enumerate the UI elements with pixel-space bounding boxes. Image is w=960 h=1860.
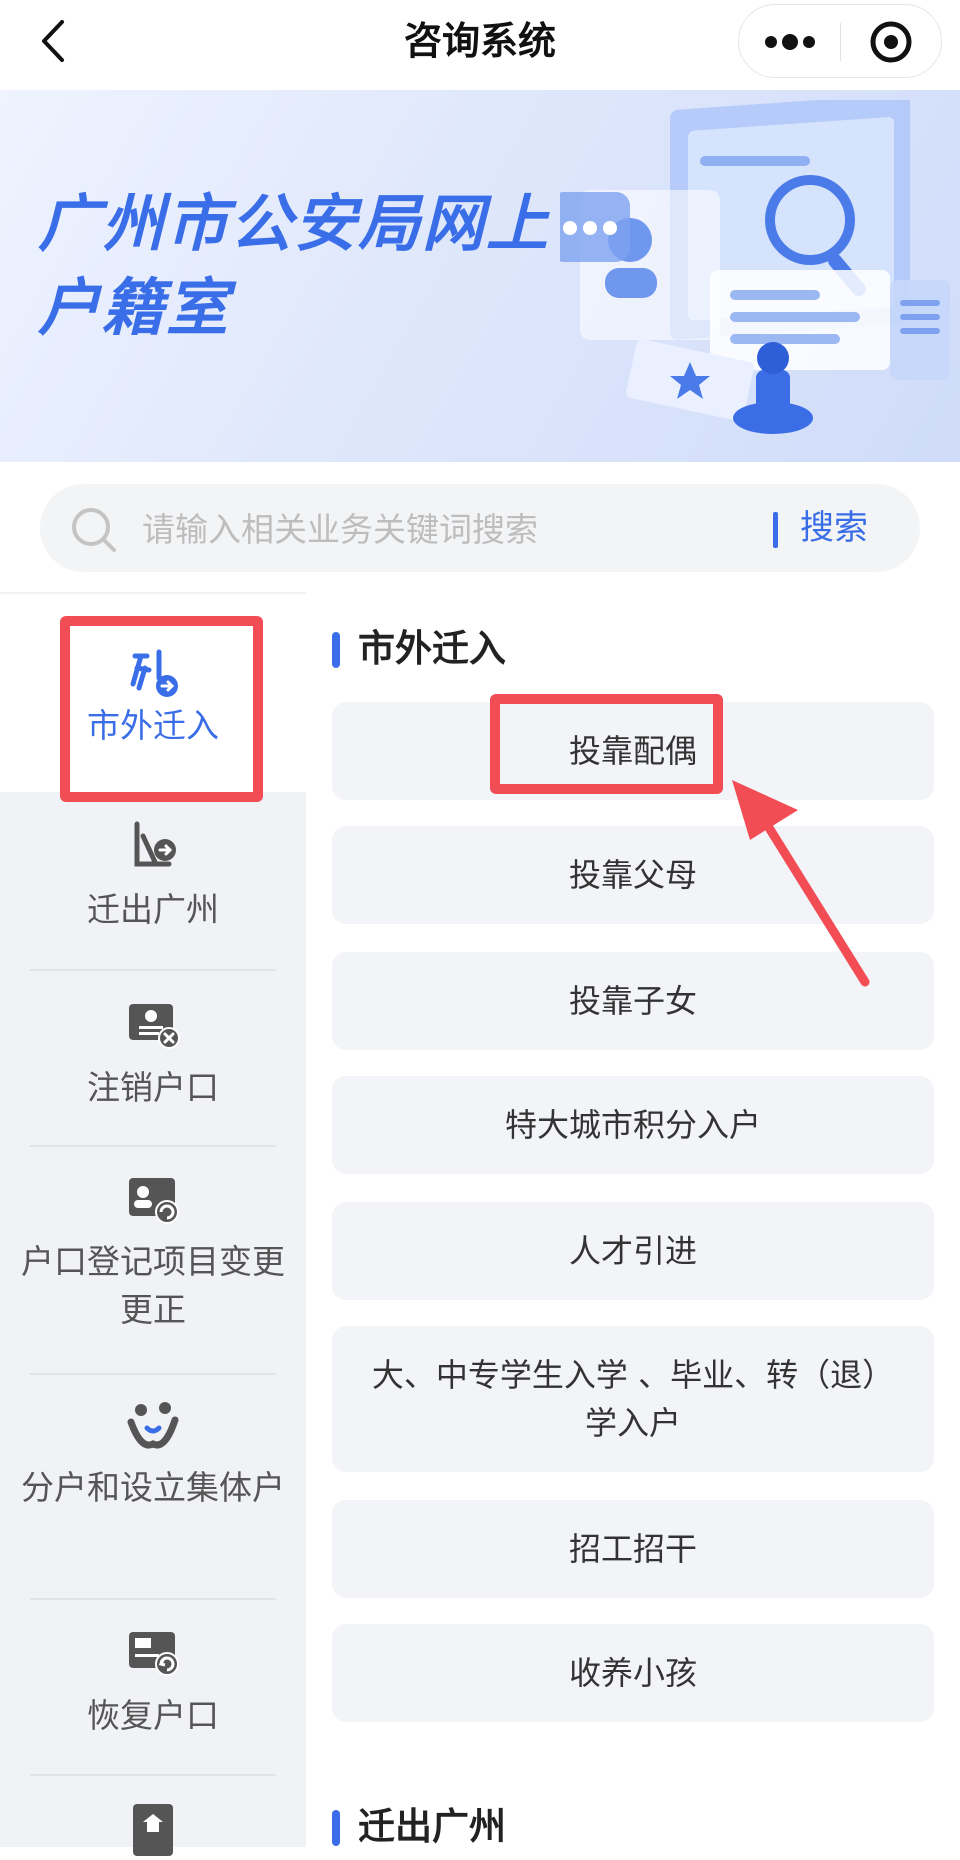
search-button[interactable]: 搜索 (800, 502, 910, 554)
sidebar-item-label: 户口登记项目变更更正 (21, 1242, 285, 1329)
sidebar-divider (30, 1774, 276, 1776)
sidebar-item-label: 迁出广州 (87, 890, 219, 929)
online-service-illustration (560, 100, 950, 434)
top-bar: 咨询系统 (0, 0, 960, 90)
option-children[interactable]: 投靠子女 (332, 952, 934, 1050)
search-bar: 搜索 (40, 484, 920, 572)
split-household-icon (127, 1402, 179, 1449)
sidebar-item-restore-registration[interactable]: 恢复户口 (0, 1624, 306, 1784)
option-recruitment[interactable]: 招工招干 (332, 1500, 934, 1598)
sidebar-item-move-out[interactable]: 迁出广州 (0, 818, 306, 978)
option-spouse[interactable]: 投靠配偶 (332, 702, 934, 800)
more-dots-icon (765, 34, 815, 50)
sidebar-item-label: 恢复户口 (87, 1696, 219, 1735)
sidebar-item-change-registration[interactable]: 户口登记项目变更更正 (0, 1172, 306, 1382)
option-student-settlement[interactable]: 大、中专学生入学 、毕业、转（退）学入户 (332, 1326, 934, 1472)
household-icon (133, 1804, 173, 1856)
option-talent-introduction[interactable]: 人才引进 (332, 1202, 934, 1300)
option-parents[interactable]: 投靠父母 (332, 826, 934, 924)
change-registration-icon (129, 1178, 179, 1224)
move-out-icon (134, 821, 176, 867)
section-title: 迁出广州 (358, 1805, 506, 1848)
cancel-registration-icon (129, 1004, 180, 1049)
section-accent-bar (332, 1810, 340, 1846)
sidebar-item-household[interactable] (0, 1800, 306, 1860)
mini-program-capsule (738, 4, 942, 78)
option-adopt-child[interactable]: 收养小孩 (332, 1624, 934, 1722)
sidebar-item-label: 注销户口 (87, 1068, 219, 1107)
sidebar-divider (30, 1145, 276, 1147)
sidebar-item-cancel-registration[interactable]: 注销户口 (0, 996, 306, 1156)
sidebar-divider (30, 969, 276, 971)
move-in-icon (130, 649, 178, 697)
banner-title: 广州市公安局网上户籍室 (38, 187, 551, 344)
search-icon (72, 508, 116, 552)
more-button[interactable] (739, 5, 840, 79)
restore-registration-icon (129, 1632, 179, 1676)
section-title: 市外迁入 (358, 627, 506, 670)
option-points-settlement[interactable]: 特大城市积分入户 (332, 1076, 934, 1174)
close-mini-program-button[interactable] (841, 5, 942, 79)
search-input[interactable] (140, 504, 784, 554)
sidebar-divider (30, 1598, 276, 1600)
category-sidebar: 市外迁入 迁出广州 注销户口 户口登记项目变更更正 分户和设立集体户 恢复户口 (0, 592, 306, 1856)
sidebar-item-label: 分户和设立集体户 (21, 1468, 285, 1507)
target-circle-icon (870, 21, 912, 63)
sidebar-item-label: 市外迁入 (87, 706, 219, 745)
search-separator (773, 512, 778, 548)
sidebar-divider (30, 1373, 276, 1375)
banner: 广州市公安局网上户籍室 (0, 90, 960, 462)
sidebar-item-split-household[interactable]: 分户和设立集体户 (0, 1398, 306, 1608)
section-accent-bar (332, 632, 340, 668)
sidebar-item-move-in[interactable]: 市外迁入 (0, 594, 306, 792)
